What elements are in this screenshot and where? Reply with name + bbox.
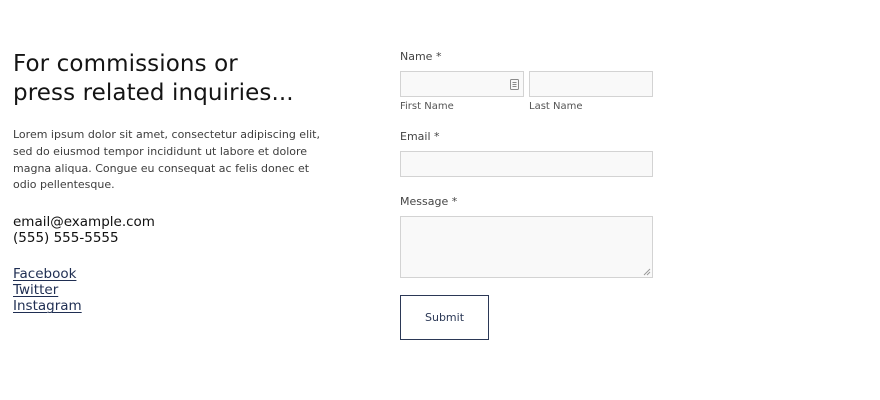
intro-paragraph: Lorem ipsum dolor sit amet, consectetur … [13,127,333,194]
resize-grip-icon[interactable] [643,268,651,276]
facebook-link[interactable]: Facebook [13,266,76,282]
message-textarea[interactable] [400,216,653,278]
submit-button[interactable]: Submit [400,295,489,340]
first-name-group: First Name [400,71,524,113]
email-group: Email * [400,130,660,177]
email-field[interactable] [400,151,653,177]
contact-section: For commissions or press related inquiri… [0,0,880,400]
intro-line-4: odio pellentesque. [13,178,115,192]
email-label: Email * [400,130,440,143]
contact-info-column: For commissions or press related inquiri… [13,50,333,314]
last-name-label: Last Name [529,101,583,112]
social-links: Facebook Twitter Instagram [13,266,333,314]
first-name-label: First Name [400,101,454,112]
contact-email: email@example.com [13,214,155,231]
contact-details: email@example.com (555) 555-5555 [13,214,333,246]
last-name-group: Last Name [529,71,653,113]
message-group: Message * [400,195,660,278]
message-label: Message * [400,195,458,208]
instagram-link[interactable]: Instagram [13,298,82,314]
twitter-link[interactable]: Twitter [13,282,58,298]
name-label: Name * [400,50,442,63]
first-name-input[interactable] [400,71,524,97]
contact-phone: (555) 555-5555 [13,230,119,247]
heading-line-1: For commissions or [13,51,238,77]
intro-line-2: sed do eiusmod tempor incididunt ut labo… [13,144,308,158]
heading-line-2: press related inquiries... [13,80,294,106]
contact-card-icon [510,79,519,90]
name-row: First Name Last Name [400,71,660,113]
contact-form: Name * First Name Last Name Email * Mess… [400,50,660,340]
intro-line-1: Lorem ipsum dolor sit amet, consectetur … [13,128,320,141]
page-title: For commissions or press related inquiri… [13,50,333,108]
last-name-input[interactable] [529,71,653,97]
intro-line-3: magna aliqua. Congue eu consequat ac fel… [13,161,310,175]
